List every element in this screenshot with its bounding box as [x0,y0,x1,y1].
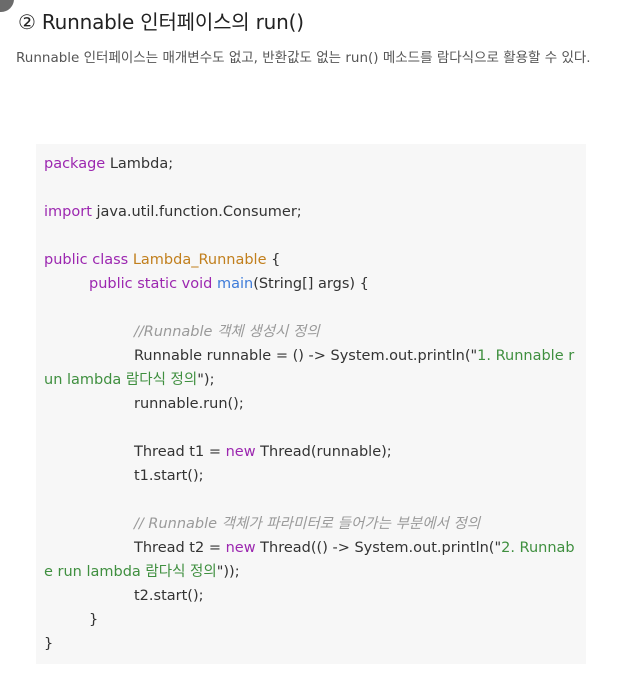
code-text: (String[] args) { [253,276,369,292]
code-keyword: public static void [89,276,213,292]
code-string: 2. Runnabl [501,540,576,556]
code-text: Runnable runnable = () -> System.out.pri… [134,348,478,364]
code-comment: //Runnable 객체 생성시 정의 [134,324,320,340]
code-keyword: package [44,156,106,172]
code-line: e run lambda 람다식 정의")); [44,560,576,584]
code-text: { [266,252,281,268]
code-line: Thread t2 = new Thread(() -> System.out.… [44,536,576,560]
code-function-name: main [216,276,254,292]
code-text: runnable.run(); [134,396,244,412]
code-keyword: new [225,540,256,556]
section-heading: ② Runnable 인터페이스의 run() [18,10,304,34]
code-text: Thread(() -> System.out.println(" [255,540,502,556]
code-text: t2.start(); [134,588,204,604]
code-line: Runnable runnable = () -> System.out.pri… [44,344,576,368]
code-line: import java.util.function.Consumer; [44,200,576,224]
code-line: //Runnable 객체 생성시 정의 [44,320,576,344]
code-text: java.util.function.Consumer; [91,204,302,220]
code-class-name: Lambda_Runnable [132,252,267,268]
code-comment: // Runnable 객체가 파라미터로 들어가는 부분에서 정의 [134,516,481,532]
code-block: package Lambda; import java.util.functio… [36,144,586,664]
code-text: Thread(runnable); [255,444,392,460]
code-text: "); [197,372,215,388]
corner-circle-icon [0,0,14,12]
code-text: Thread t1 = [134,444,226,460]
code-line: t2.start(); [44,584,576,608]
code-line: Thread t1 = new Thread(runnable); [44,440,576,464]
code-line: t1.start(); [44,464,576,488]
code-line: public static void main(String[] args) { [44,272,576,296]
code-line: // Runnable 객체가 파라미터로 들어가는 부분에서 정의 [44,512,576,536]
code-line: } [44,608,576,632]
code-string: un lambda 람다식 정의 [44,372,198,388]
code-text: } [44,636,54,652]
code-line: package Lambda; [44,152,576,176]
code-keyword: public class [44,252,129,268]
code-line: } [44,632,576,656]
code-keyword: new [225,444,256,460]
code-text: } [89,612,99,628]
code-line: runnable.run(); [44,392,576,416]
code-keyword: import [44,204,92,220]
code-string: 1. Runnable r [477,348,575,364]
code-text: Thread t2 = [134,540,226,556]
code-text: Lambda; [105,156,174,172]
code-text: t1.start(); [134,468,204,484]
code-line: un lambda 람다식 정의"); [44,368,576,392]
section-description: Runnable 인터페이스는 매개변수도 없고, 반환값도 없는 run() … [16,50,591,66]
code-content: package Lambda; import java.util.functio… [44,152,576,656]
page: ② Runnable 인터페이스의 run() Runnable 인터페이스는 … [0,0,621,678]
code-text: ")); [216,564,240,580]
code-line: public class Lambda_Runnable { [44,248,576,272]
code-string: e run lambda 람다식 정의 [44,564,217,580]
